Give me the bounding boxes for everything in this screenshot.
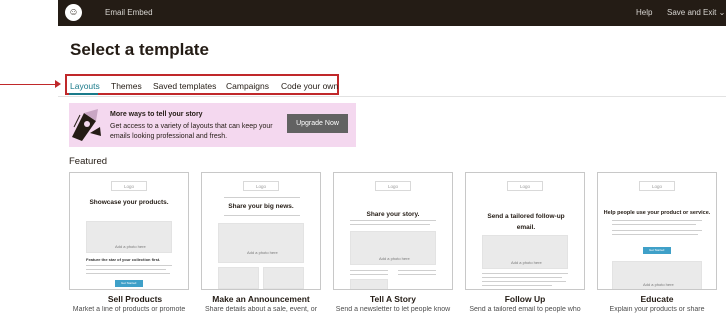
mock-text-line <box>224 215 300 216</box>
mock-text-line <box>482 285 552 286</box>
mock-logo: Logo <box>243 181 279 191</box>
mock-headline: Showcase your products. <box>89 199 169 206</box>
mock-image-placeholder <box>263 267 304 289</box>
mock-image-placeholder: Add a photo here <box>218 223 304 263</box>
help-link[interactable]: Help <box>636 8 652 17</box>
mock-text-line <box>612 224 696 225</box>
template-desc-follow-up: Send a tailored email to people who <box>469 306 581 313</box>
upgrade-now-button[interactable]: Upgrade Now <box>287 114 348 133</box>
mock-text-line <box>482 281 566 282</box>
mock-text-line <box>482 277 562 278</box>
upgrade-banner: More ways to tell your story Get access … <box>69 103 356 147</box>
mock-text-line <box>350 270 388 271</box>
mock-text-line <box>612 220 702 221</box>
mock-headline: Share your story. <box>366 211 420 218</box>
mock-headline: Help people use your product or service. <box>603 210 711 216</box>
template-name-make-an-announcement[interactable]: Make an Announcement <box>195 294 327 304</box>
template-desc-tell-a-story: Send a newsletter to let people know <box>335 306 451 313</box>
mock-logo: Logo <box>375 181 411 191</box>
tabs-divider <box>58 96 726 97</box>
mock-text-line <box>398 270 436 271</box>
template-name-sell-products[interactable]: Sell Products <box>69 294 201 304</box>
mock-image-label: Add a photo here <box>511 260 542 265</box>
mock-image-placeholder <box>350 279 388 289</box>
mock-image-placeholder: Add a photo here <box>86 221 172 253</box>
rocket-illustration-icon <box>72 109 101 141</box>
template-card-tell-a-story[interactable]: Share your story. Logo Add a photo here <box>333 172 453 290</box>
app-title: Email Embed <box>105 8 153 17</box>
banner-body: Get access to a variety of layouts that … <box>110 123 273 140</box>
top-bar: ☺ Email Embed Help Save and Exit ⌄ <box>58 0 726 26</box>
annotation-arrow-line <box>0 84 58 85</box>
tab-saved-templates[interactable]: Saved templates <box>153 81 216 91</box>
tab-layouts[interactable]: Layouts <box>70 81 100 91</box>
page-title: Select a template <box>70 40 209 59</box>
template-desc-educate: Explain your products or share <box>609 306 705 313</box>
mock-text-line <box>482 273 568 274</box>
save-and-exit-button[interactable]: Save and Exit ⌄ <box>667 8 725 17</box>
mock-image-label: Add a photo here <box>643 282 674 287</box>
mock-headline: Send a tailored follow-up email. <box>487 213 565 231</box>
save-and-exit-label: Save and Exit <box>667 8 717 17</box>
mock-image-label: Add a photo here <box>379 256 410 261</box>
mock-text-line <box>350 224 430 225</box>
mock-logo: Logo <box>639 181 675 191</box>
annotation-arrow-icon <box>55 80 61 88</box>
template-name-follow-up[interactable]: Follow Up <box>459 294 591 304</box>
left-margin <box>0 0 58 316</box>
tab-campaigns[interactable]: Campaigns <box>226 81 269 91</box>
mock-image-label: Add a photo here <box>247 250 278 255</box>
mock-text-line <box>350 220 436 221</box>
active-tab-indicator <box>69 93 98 95</box>
mock-text-line <box>224 197 300 198</box>
mock-text-line <box>86 269 166 270</box>
chevron-down-icon: ⌄ <box>718 8 726 17</box>
template-picker-page: ☺ Email Embed Help Save and Exit ⌄ Selec… <box>0 0 726 316</box>
mock-image-placeholder <box>218 267 259 289</box>
mock-button-label: Get Started <box>121 281 137 285</box>
mock-image-label: Add a photo here <box>115 244 146 249</box>
tab-code-your-own[interactable]: Code your own <box>281 81 338 91</box>
mock-image-placeholder: Add a photo here <box>612 261 702 289</box>
mock-button: Get Started <box>643 247 671 254</box>
template-desc-sell-products: Market a line of products or promote <box>72 306 186 313</box>
template-name-educate[interactable]: Educate <box>591 294 723 304</box>
mock-text-line <box>612 234 698 235</box>
mock-text-line <box>350 274 388 275</box>
featured-heading: Featured <box>69 156 108 167</box>
template-card-sell-products[interactable]: Logo Showcase your products. Add a photo… <box>69 172 189 290</box>
template-card-follow-up[interactable]: Logo Send a tailored follow-up email. Ad… <box>465 172 585 290</box>
mailchimp-logo-icon[interactable]: ☺ <box>65 4 82 21</box>
template-card-educate[interactable]: Logo Help people use your product or ser… <box>597 172 717 290</box>
template-desc-make-an-announcement: Share details about a sale, event, or <box>204 306 318 313</box>
mock-text-line <box>86 273 170 274</box>
mock-image-placeholder: Add a photo here <box>482 235 568 269</box>
mock-logo: Logo <box>507 181 543 191</box>
tab-themes[interactable]: Themes <box>111 81 142 91</box>
mock-headline: Share your big news. <box>228 203 294 210</box>
template-card-make-an-announcement[interactable]: Logo Share your big news. Add a photo he… <box>201 172 321 290</box>
mock-button: Get Started <box>115 280 143 287</box>
mock-image-placeholder: Add a photo here <box>350 231 436 265</box>
template-name-tell-a-story[interactable]: Tell A Story <box>327 294 459 304</box>
mock-button-label: Get Started <box>649 248 665 252</box>
mock-feature-text: Feature the star of your collection firs… <box>86 257 161 262</box>
mock-text-line <box>86 265 172 266</box>
mock-logo: Logo <box>111 181 147 191</box>
mock-text-line <box>612 230 702 231</box>
mock-text-line <box>398 274 436 275</box>
banner-title: More ways to tell your story <box>110 111 203 118</box>
